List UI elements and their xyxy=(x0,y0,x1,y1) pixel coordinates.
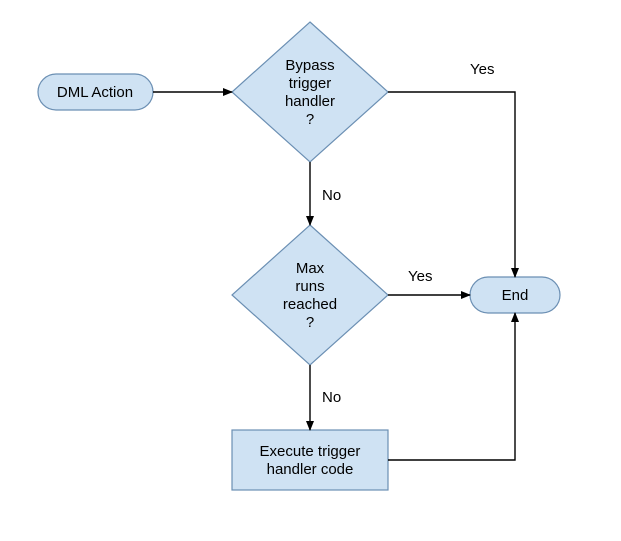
d1-line3: handler xyxy=(285,93,335,110)
node-end-label: End xyxy=(502,287,529,304)
d2-line2: runs xyxy=(295,278,324,295)
node-start: DML Action xyxy=(38,74,153,110)
edge-d2-no-label: No xyxy=(322,389,341,406)
d1-line1: Bypass xyxy=(285,57,334,74)
p1-line2: handler code xyxy=(267,461,354,478)
node-end: End xyxy=(470,277,560,313)
edge-d1-yes-label: Yes xyxy=(470,61,494,78)
d1-line2: trigger xyxy=(289,75,332,92)
edge-d1-yes-to-end xyxy=(388,92,515,277)
d2-line4: ? xyxy=(306,314,314,331)
p1-line1: Execute trigger xyxy=(260,443,361,460)
edge-d2-yes-label: Yes xyxy=(408,268,432,285)
flowchart-canvas: DML Action Bypass trigger handler ? Max … xyxy=(0,0,621,541)
edge-d1-no-label: No xyxy=(322,187,341,204)
node-start-label: DML Action xyxy=(57,84,133,101)
node-decision-maxruns: Max runs reached ? xyxy=(232,225,388,365)
edge-process-to-end xyxy=(388,313,515,460)
node-process-execute: Execute trigger handler code xyxy=(232,430,388,490)
d2-line3: reached xyxy=(283,296,337,313)
node-decision-bypass: Bypass trigger handler ? xyxy=(232,22,388,162)
d1-line4: ? xyxy=(306,111,314,128)
d2-line1: Max xyxy=(296,260,325,277)
